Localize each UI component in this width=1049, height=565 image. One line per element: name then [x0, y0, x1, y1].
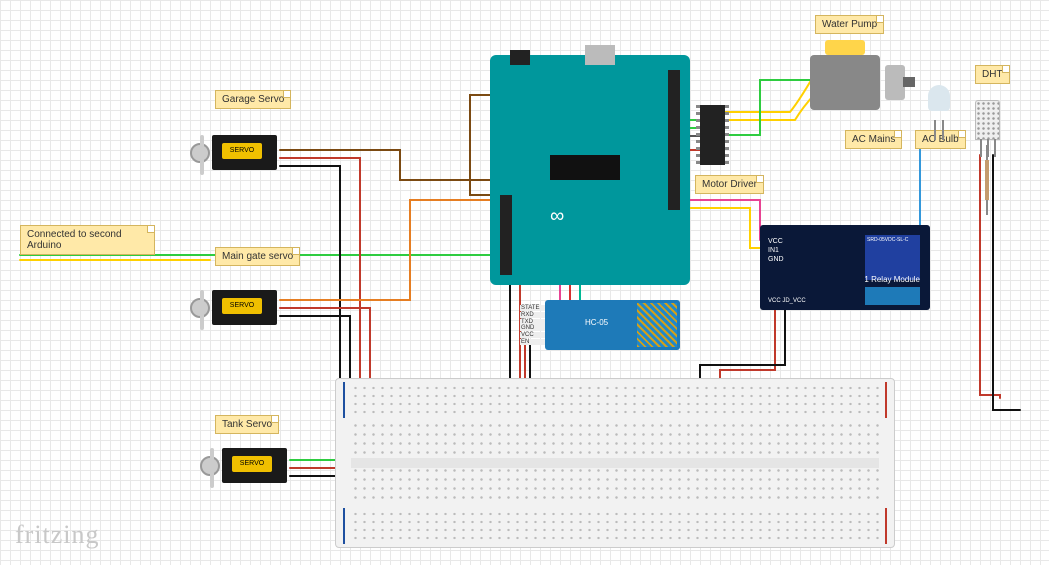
label-garage-servo: Garage Servo	[215, 90, 291, 109]
pullup-resistor	[985, 160, 989, 200]
main-gate-servo: SERVO	[200, 280, 280, 335]
ac-bulb-led	[928, 85, 950, 125]
arduino-uno: ∞	[490, 55, 690, 285]
label-dht: DHT	[975, 65, 1010, 84]
dht-sensor	[975, 100, 1000, 140]
label-ac-bulb: AC Bulb	[915, 130, 966, 149]
label-water-pump: Water Pump	[815, 15, 884, 34]
tank-servo: SERVO	[210, 438, 290, 493]
label-ac-mains: AC Mains	[845, 130, 902, 149]
fritzing-watermark: fritzing	[15, 520, 100, 550]
bluetooth-pins: STATE RXD TXD GND VCC EN	[520, 305, 545, 345]
bluetooth-module: STATE RXD TXD GND VCC EN HC-05	[545, 300, 680, 350]
label-tank-servo: Tank Servo	[215, 415, 279, 434]
arduino-logo-icon: ∞	[550, 205, 564, 228]
motor-driver-ic	[700, 105, 725, 165]
water-pump-motor	[810, 45, 895, 115]
label-second-arduino: Connected to second Arduino	[20, 225, 155, 255]
garage-servo: SERVO	[200, 125, 280, 180]
label-motor-driver: Motor Driver	[695, 175, 764, 194]
breadboard	[335, 378, 895, 548]
relay-module: VCC IN1 GND VCC JD_VCC SRD-05VDC-SL-C 1 …	[760, 225, 930, 310]
label-main-gate-servo: Main gate servo	[215, 247, 300, 266]
